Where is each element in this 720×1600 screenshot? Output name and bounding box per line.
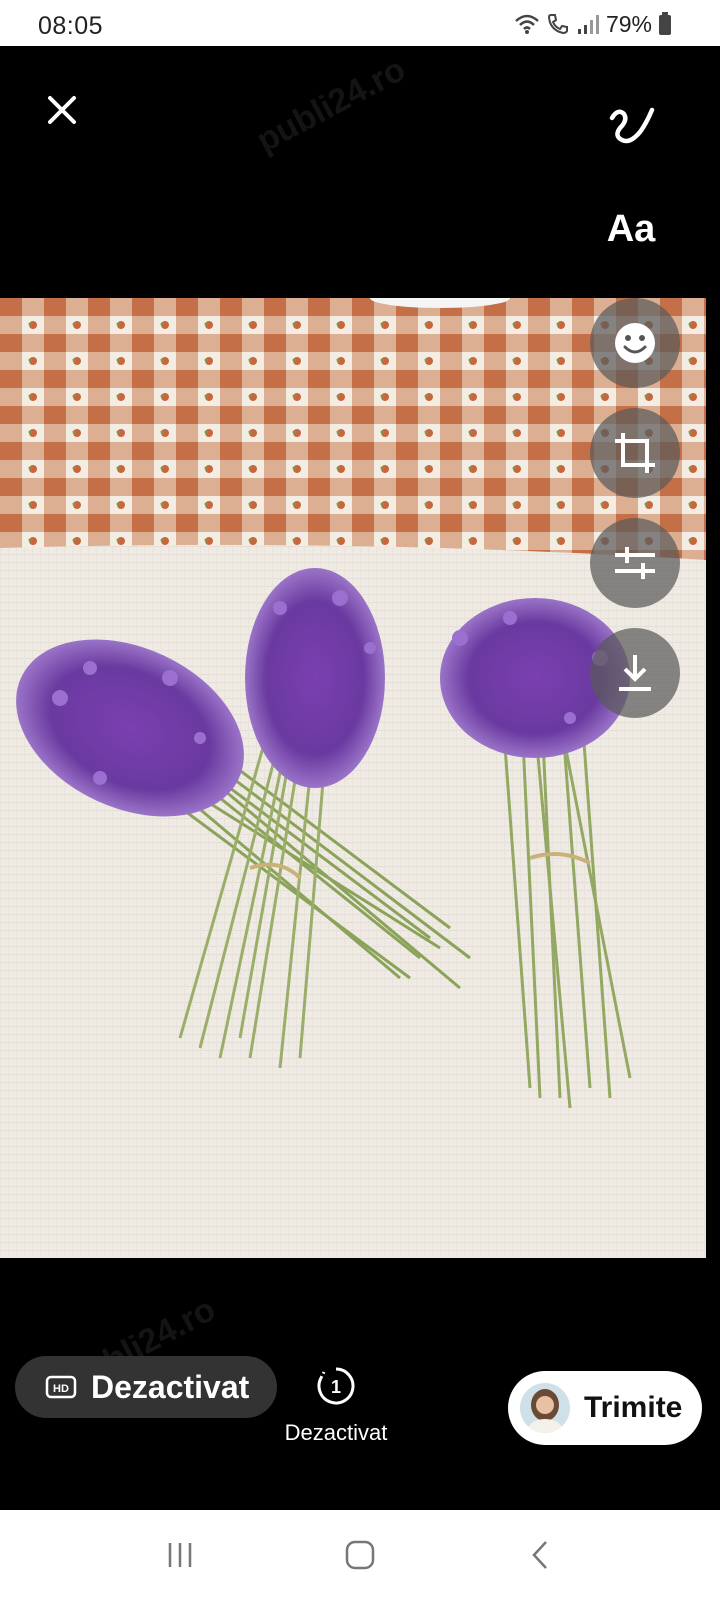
adjust-button[interactable] [590, 518, 680, 608]
call-icon [547, 14, 568, 35]
status-time: 08:05 [38, 12, 104, 40]
download-button[interactable] [590, 628, 680, 718]
view-once-label: Dezactivat [284, 1420, 388, 1445]
draw-icon [609, 107, 655, 144]
home-icon [345, 1540, 375, 1570]
download-icon [619, 655, 651, 691]
sticker-button[interactable] [590, 298, 680, 388]
crop-button[interactable] [590, 408, 680, 498]
recent-apps-button[interactable] [140, 1525, 220, 1585]
svg-text:HD: HD [53, 1383, 69, 1395]
adjust-icon [615, 547, 655, 579]
image-editor: Aa publi24.ro publi24.ro [0, 46, 720, 1510]
draw-button[interactable] [602, 96, 662, 152]
battery-percent: 79% [605, 10, 652, 37]
text-tool-button[interactable]: Aa [596, 204, 666, 254]
avatar [520, 1383, 570, 1433]
wifi-icon [515, 14, 539, 34]
home-button[interactable] [320, 1525, 400, 1585]
text-tool-label: Aa [606, 207, 656, 250]
signal-icon [577, 15, 599, 34]
hd-label: Dezactivat [91, 1368, 250, 1405]
send-label: Trimite [584, 1391, 683, 1424]
close-button[interactable] [36, 84, 88, 136]
crop-icon [615, 433, 655, 473]
recent-apps-icon [168, 1543, 192, 1567]
hd-icon: HD [45, 1375, 77, 1399]
status-icons: 79% [514, 10, 672, 38]
status-bar: 08:05 79% [0, 0, 720, 46]
view-once-button[interactable]: 1 [316, 1366, 356, 1406]
back-icon [532, 1541, 547, 1569]
battery-icon [659, 12, 671, 35]
navigation-bar [0, 1510, 720, 1600]
close-icon [48, 96, 76, 124]
sticker-icon [615, 323, 655, 363]
watermark: publi24.ro [250, 50, 412, 160]
hd-toggle-button[interactable]: HD Dezactivat [15, 1356, 277, 1418]
send-button[interactable]: Trimite [508, 1371, 702, 1445]
back-button[interactable] [500, 1525, 580, 1585]
view-once-icon: 1 [317, 1367, 355, 1405]
view-once-digit: 1 [331, 1377, 341, 1397]
